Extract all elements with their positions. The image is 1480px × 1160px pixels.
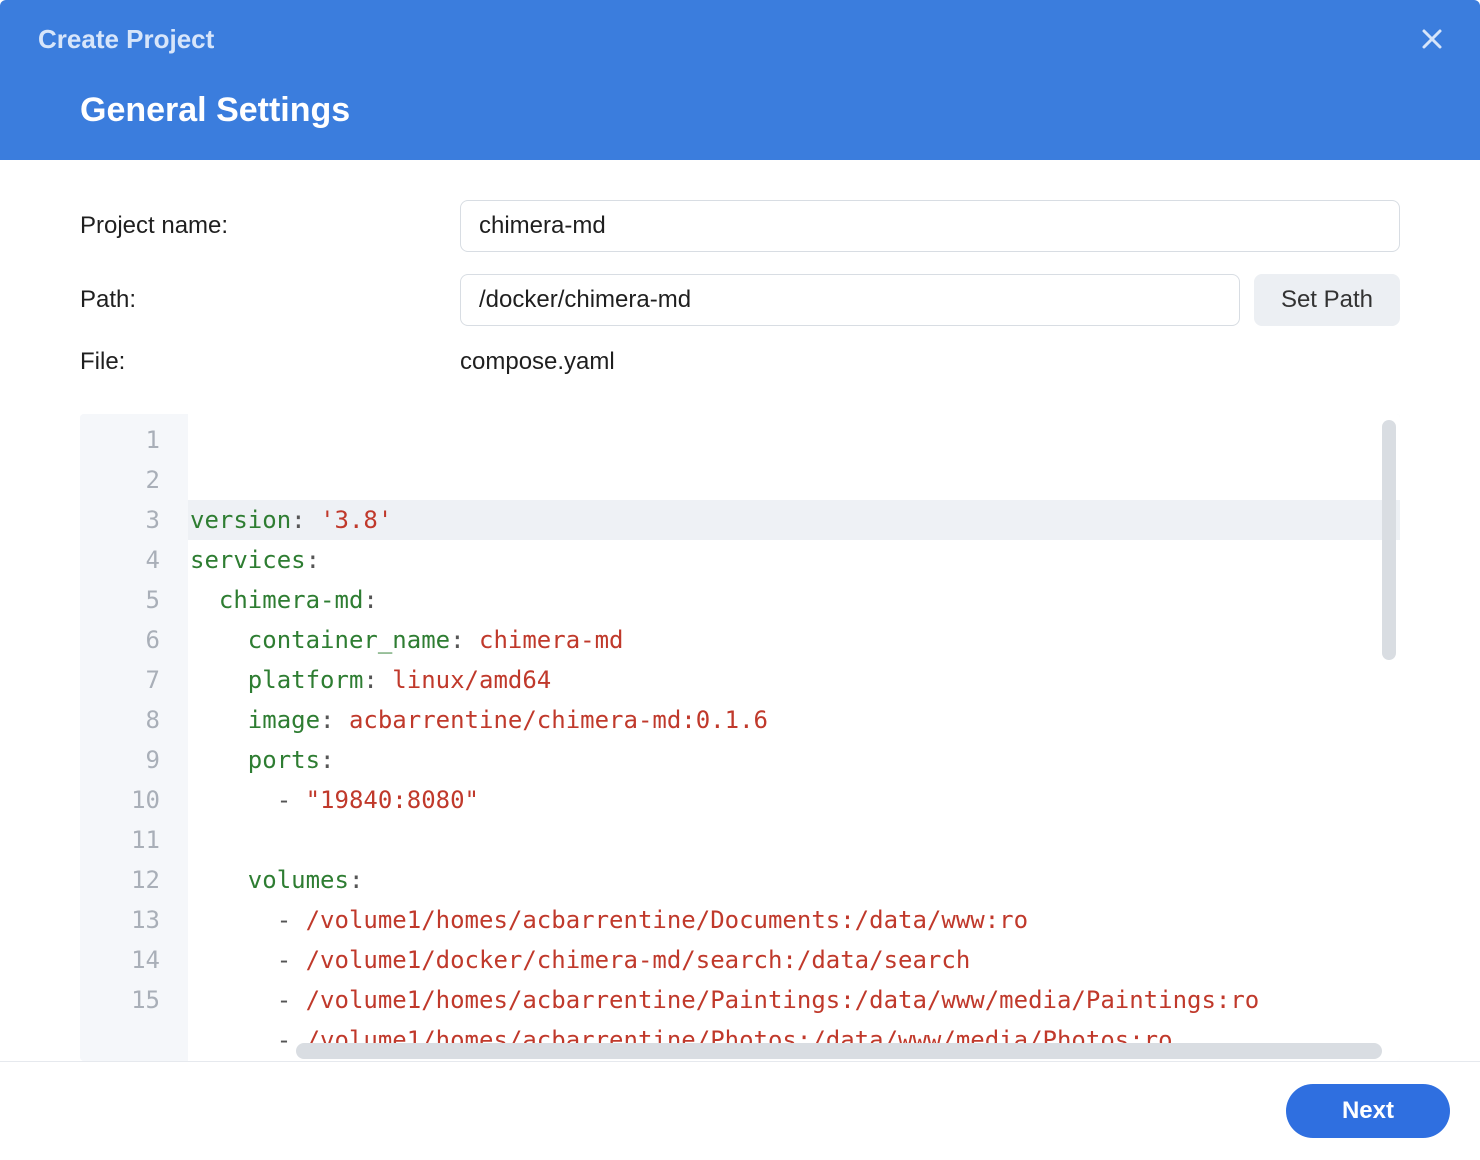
line-number: 13 bbox=[80, 900, 160, 940]
editor-code-area[interactable]: version: '3.8'services: chimera-md: cont… bbox=[188, 414, 1400, 1061]
line-number: 2 bbox=[80, 460, 160, 500]
path-row: Path: Set Path bbox=[80, 274, 1400, 326]
path-label: Path: bbox=[80, 286, 460, 314]
editor-gutter: 123456789101112131415 bbox=[80, 414, 188, 1061]
line-number: 14 bbox=[80, 940, 160, 980]
code-line[interactable] bbox=[188, 820, 1400, 860]
code-line[interactable]: - /volume1/homes/acbarrentine/Paintings/… bbox=[188, 1060, 1400, 1061]
line-number: 9 bbox=[80, 740, 160, 780]
code-line[interactable]: - /volume1/homes/acbarrentine/Documents:… bbox=[188, 900, 1400, 940]
line-number: 7 bbox=[80, 660, 160, 700]
close-icon bbox=[1420, 27, 1444, 54]
file-row: File: compose.yaml bbox=[80, 348, 1400, 376]
code-line[interactable]: chimera-md: bbox=[188, 580, 1400, 620]
create-project-dialog: Create Project General Settings Project … bbox=[0, 0, 1480, 1160]
close-button[interactable] bbox=[1414, 22, 1450, 58]
line-number: 6 bbox=[80, 620, 160, 660]
line-number: 3 bbox=[80, 500, 160, 540]
file-value: compose.yaml bbox=[460, 348, 615, 376]
dialog-header: Create Project General Settings bbox=[0, 0, 1480, 160]
code-line[interactable]: version: '3.8' bbox=[188, 500, 1400, 540]
line-number: 1 bbox=[80, 420, 160, 460]
code-line[interactable]: ports: bbox=[188, 740, 1400, 780]
line-number: 4 bbox=[80, 540, 160, 580]
code-line[interactable]: container_name: chimera-md bbox=[188, 620, 1400, 660]
project-name-input[interactable] bbox=[460, 200, 1400, 252]
set-path-button[interactable]: Set Path bbox=[1254, 274, 1400, 326]
code-line[interactable]: - "19840:8080" bbox=[188, 780, 1400, 820]
code-line[interactable]: - /volume1/docker/chimera-md/search:/dat… bbox=[188, 940, 1400, 980]
file-label: File: bbox=[80, 348, 460, 376]
dialog-footer: Next bbox=[0, 1061, 1480, 1160]
project-name-row: Project name: bbox=[80, 200, 1400, 252]
dialog-body: Project name: Path: Set Path File: compo… bbox=[0, 160, 1480, 1061]
section-title: General Settings bbox=[38, 91, 1442, 130]
editor-horizontal-scrollbar[interactable] bbox=[296, 1043, 1382, 1059]
project-name-label: Project name: bbox=[80, 212, 460, 240]
dialog-title: Create Project bbox=[38, 24, 1442, 55]
code-line[interactable]: volumes: bbox=[188, 860, 1400, 900]
code-line[interactable]: - /volume1/homes/acbarrentine/Paintings:… bbox=[188, 980, 1400, 1020]
line-number: 10 bbox=[80, 780, 160, 820]
line-number: 11 bbox=[80, 820, 160, 860]
line-number: 12 bbox=[80, 860, 160, 900]
yaml-editor[interactable]: 123456789101112131415 version: '3.8'serv… bbox=[80, 414, 1400, 1061]
line-number: 5 bbox=[80, 580, 160, 620]
path-input[interactable] bbox=[460, 274, 1240, 326]
code-line[interactable]: platform: linux/amd64 bbox=[188, 660, 1400, 700]
code-line[interactable]: services: bbox=[188, 540, 1400, 580]
editor-vertical-scrollbar[interactable] bbox=[1382, 420, 1396, 660]
next-button[interactable]: Next bbox=[1286, 1084, 1450, 1138]
code-line[interactable]: image: acbarrentine/chimera-md:0.1.6 bbox=[188, 700, 1400, 740]
line-number: 8 bbox=[80, 700, 160, 740]
line-number: 15 bbox=[80, 980, 160, 1020]
